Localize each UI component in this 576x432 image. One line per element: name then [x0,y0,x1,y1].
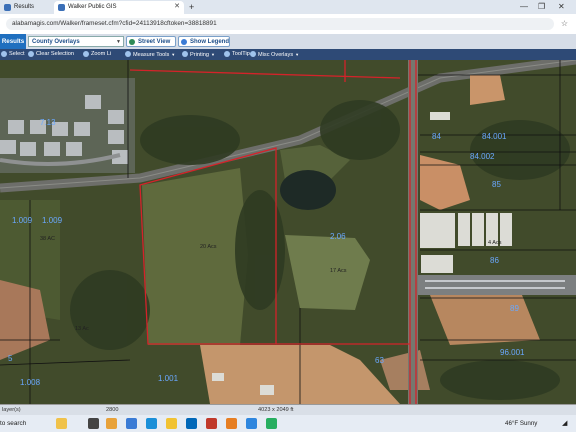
printing-menu[interactable]: Printing ▼ [181,49,215,60]
edge-icon[interactable] [146,418,157,429]
clear-selection-tool[interactable]: Clear Selection [27,49,74,60]
weather-widget[interactable]: 46°F Sunny [505,415,537,432]
overlay-select-value: County Overlays [32,39,80,45]
tool-label: Select [9,51,25,57]
chat-icon[interactable] [126,418,137,429]
parcel-label: 96.001 [500,348,525,357]
store-icon[interactable] [186,418,197,429]
maximize-button[interactable]: ❐ [538,0,545,14]
parcel-label: 86 [490,256,499,265]
new-tab-button[interactable]: + [189,0,194,14]
tool-label: ToolTip [232,51,250,57]
parcel-label: 13 Ac [75,326,89,332]
tab-label: Walker Public GIS [68,4,117,10]
clear-icon [28,51,34,57]
tooltip-tool[interactable]: ToolTip [223,49,250,60]
parcel-label: 89 [510,304,519,313]
dropdown-caret-icon: ▼ [171,52,176,57]
overlay-select[interactable]: County Overlays ▼ [28,36,124,47]
url-field[interactable]: alabamagis.com/Walker/frameset.cfm?cfid=… [6,18,554,30]
parcel-label: 84.002 [470,152,495,161]
tool-label: Printing [190,52,209,58]
minimize-button[interactable]: — [520,0,528,14]
tool-label: Measure Tools [133,52,170,58]
parcel-label: 5 [8,354,13,363]
printer-icon [182,51,188,57]
search-highlight-icon[interactable] [56,418,67,429]
parcel-label: 63 [375,356,384,365]
aerial-imagery [0,60,576,404]
tab-close-icon[interactable]: ✕ [174,1,180,13]
tool-label: Zoom Li [91,51,112,57]
app-icon[interactable] [226,418,237,429]
tab-favicon-icon [58,4,65,11]
parcel-label: 4 Acs [488,240,502,246]
dropdown-caret-icon: ▼ [210,52,215,57]
address-bar: alabamagis.com/Walker/frameset.cfm?cfid=… [0,14,576,35]
tool-label: Misc Overlays [258,52,294,58]
browser-tab-strip: Results Walker Public GIS ✕ + — ❐ ✕ [0,0,576,14]
dropdown-caret-icon: ▼ [295,52,300,57]
street-view-icon [129,39,135,45]
browser-tab-walker-gis[interactable]: Walker Public GIS ✕ [54,1,184,14]
file-explorer-icon[interactable] [166,418,177,429]
browser-tab-results[interactable]: Results [0,1,52,14]
select-icon [1,51,7,57]
browser-icon[interactable] [246,418,257,429]
tab-favicon-icon [4,4,11,11]
bookmark-star-icon[interactable]: ☆ [561,18,568,30]
street-view-label: Street View [138,39,171,45]
tool-label: Clear Selection [36,51,74,57]
extent-readout: 4023 x 2049 ft [258,407,294,413]
parcel-label: 38 AC [40,236,55,242]
parcel-label: 17 Acs [330,268,347,274]
parcel-label: 7.13 [40,118,56,127]
layers-indicator: layer(s) [2,407,21,413]
zoom-icon [83,51,89,57]
ruler-icon [125,51,131,57]
zoom-tool[interactable]: Zoom Li [82,49,111,60]
network-icon[interactable]: ◢ [562,415,567,432]
street-view-button[interactable]: Street View [126,36,176,47]
parcel-label: 84 [432,132,441,141]
scale-readout: 2800 [106,407,119,413]
parcel-label: 2.06 [330,232,346,241]
map-canvas[interactable]: 7.13 1.009 1.009 38 AC 13 Ac 20 Acs 2.06… [0,60,576,404]
mail-icon[interactable] [206,418,217,429]
close-window-button[interactable]: ✕ [558,0,565,14]
show-legend-button[interactable]: Show Legend [178,36,230,47]
parcel-label: 1.008 [20,378,41,387]
legend-icon [181,39,187,45]
chrome-icon[interactable] [266,418,277,429]
os-taskbar: to search 46°F Sunny ◢ [0,415,576,432]
copilot-icon[interactable] [106,418,117,429]
chevron-down-icon: ▼ [116,39,121,45]
results-button[interactable]: Results [0,34,26,49]
taskbar-search[interactable]: to search [0,415,80,432]
misc-overlays-menu[interactable]: Misc Overlays ▼ [249,49,299,60]
tooltip-icon [224,51,230,57]
parcel-label: 1.009 [12,216,33,225]
parcel-label: 1.001 [158,374,179,383]
parcel-label: 1.009 [42,216,63,225]
parcel-label: 85 [492,180,501,189]
show-legend-label: Show Legend [190,39,229,45]
parcel-label: 84.001 [482,132,507,141]
measure-tools-menu[interactable]: Measure Tools ▼ [124,49,175,60]
task-view-icon[interactable] [88,418,99,429]
select-tool[interactable]: Select [0,49,25,60]
parcel-label: 20 Acs [200,244,217,250]
tab-label: Results [14,4,35,10]
layers-icon [250,51,256,57]
